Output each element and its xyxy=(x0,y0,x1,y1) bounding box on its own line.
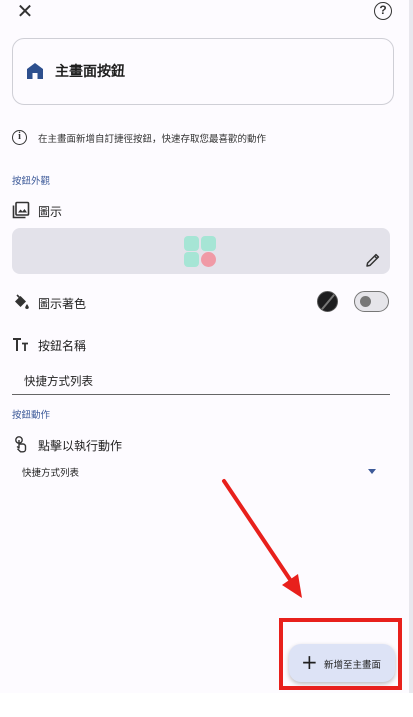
icon-tint-toggle[interactable] xyxy=(354,291,389,312)
action-section-label: 按鈕動作 xyxy=(12,410,51,421)
settings-screen: ✕ ? 主畫面按鈕 i 在主畫面新增自訂捷徑按鈕，快速存取您最喜歡的動作 按鈕外… xyxy=(0,0,413,717)
icon-preview[interactable] xyxy=(12,228,390,274)
tint-color-swatch[interactable] xyxy=(317,291,338,312)
paint-bucket-icon xyxy=(15,294,29,309)
icon-tint-label: 圖示著色 xyxy=(38,297,87,311)
button-name-input[interactable] xyxy=(12,367,390,395)
icon-tile xyxy=(201,252,216,267)
help-icon[interactable]: ? xyxy=(374,2,392,20)
image-icon xyxy=(12,201,30,219)
icon-row-label: 圖示 xyxy=(38,205,63,219)
tap-action-label: 點擊以執行動作 xyxy=(38,439,123,453)
annotation-arrow xyxy=(222,479,302,598)
icon-tile xyxy=(184,236,199,251)
button-name-label: 按鈕名稱 xyxy=(38,339,87,353)
home-icon xyxy=(27,63,43,79)
icon-tile xyxy=(184,252,199,267)
touch-icon xyxy=(15,436,27,453)
info-row: i 在主畫面新增自訂捷徑按鈕，快速存取您最喜歡的動作 xyxy=(12,130,402,148)
edit-icon[interactable] xyxy=(365,252,381,268)
annotation-highlight-box xyxy=(279,618,402,690)
toggle-knob xyxy=(360,296,371,307)
top-bar: ✕ ? xyxy=(0,0,413,24)
icon-tile xyxy=(201,236,216,251)
info-icon: i xyxy=(12,130,27,145)
bottom-area xyxy=(0,693,413,717)
close-icon[interactable]: ✕ xyxy=(14,0,36,22)
button-preview-card: 主畫面按鈕 xyxy=(12,38,394,105)
appearance-section-label: 按鈕外觀 xyxy=(12,176,51,187)
text-format-icon xyxy=(13,338,28,351)
action-dropdown-value: 快捷方式列表 xyxy=(22,468,80,479)
preview-title: 主畫面按鈕 xyxy=(55,64,125,80)
chevron-down-icon xyxy=(368,469,376,474)
info-text: 在主畫面新增自訂捷徑按鈕，快速存取您最喜歡的動作 xyxy=(38,134,267,145)
action-dropdown[interactable]: 快捷方式列表 xyxy=(12,462,382,482)
